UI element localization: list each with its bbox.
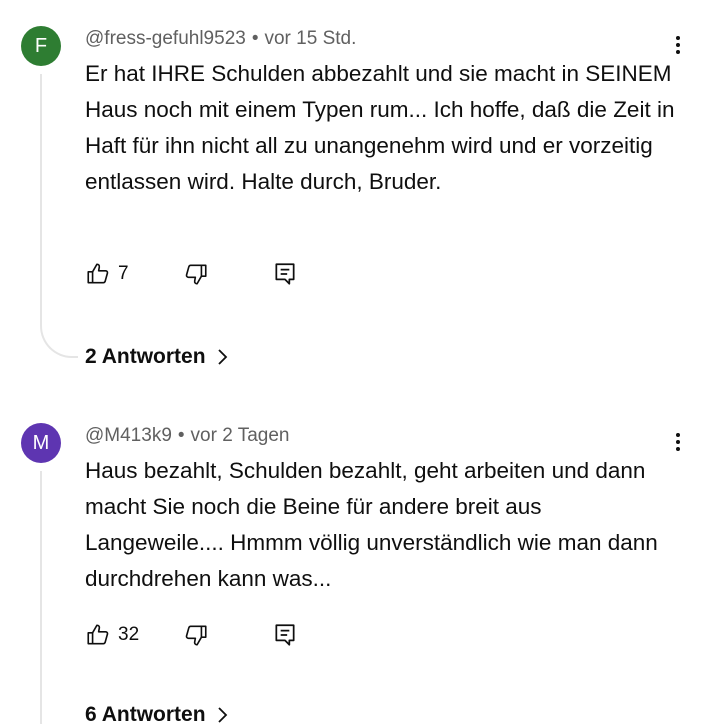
- comment-time[interactable]: vor 2 Tagen: [191, 425, 290, 446]
- avatar-letter: F: [34, 35, 48, 57]
- thread-line: [40, 471, 78, 724]
- replies-toggle[interactable]: 6 Antworten: [85, 703, 230, 724]
- comment-feed: F @fress-gefuhl9523 • vor 15 Std. Er hat I…: [0, 0, 720, 724]
- thumbs-down-icon: [185, 264, 207, 285]
- chevron-right-icon: [217, 349, 227, 365]
- replies-label: 2 Antworten: [85, 345, 206, 368]
- comment-meta: @M413k9 • vor 2 Tagen: [85, 425, 290, 447]
- thumbs-up-icon: [87, 624, 109, 645]
- like-count: 32: [118, 624, 140, 645]
- comment-meta: @fress-gefuhl9523 • vor 15 Std.: [85, 28, 356, 50]
- more-vertical-icon: [676, 36, 680, 40]
- dislike-button[interactable]: [183, 620, 209, 650]
- thumbs-down-icon: [185, 625, 207, 646]
- dislike-button[interactable]: [183, 259, 209, 289]
- reply-button[interactable]: [272, 259, 298, 289]
- avatar[interactable]: M: [21, 423, 61, 463]
- thread-line: [40, 74, 78, 358]
- like-button[interactable]: 32: [85, 620, 139, 650]
- replies-label: 6 Antworten: [85, 703, 206, 724]
- avatar[interactable]: F: [21, 26, 61, 66]
- meta-separator: •: [251, 28, 259, 49]
- comment-reply-icon: [275, 624, 295, 646]
- comment-text: Er hat IHRE Schulden abbezahlt und sie m…: [85, 61, 675, 194]
- replies-toggle[interactable]: 2 Antworten: [85, 345, 230, 369]
- comment-time[interactable]: vor 15 Std.: [264, 28, 356, 49]
- reply-button[interactable]: [272, 620, 298, 650]
- chevron-right-icon: [217, 707, 227, 723]
- avatar-letter: M: [32, 432, 50, 454]
- comment-reply-icon: [275, 263, 295, 285]
- like-count: 7: [118, 263, 129, 284]
- more-vertical-icon: [676, 433, 680, 437]
- like-button[interactable]: 7: [85, 259, 129, 289]
- comment-text: Haus bezahlt, Schulden bezahlt, geht arb…: [85, 458, 658, 591]
- thumbs-up-icon: [87, 263, 109, 284]
- meta-separator: •: [177, 425, 185, 446]
- author-handle[interactable]: @fress-gefuhl9523: [85, 28, 246, 49]
- author-handle[interactable]: @M413k9: [85, 425, 172, 446]
